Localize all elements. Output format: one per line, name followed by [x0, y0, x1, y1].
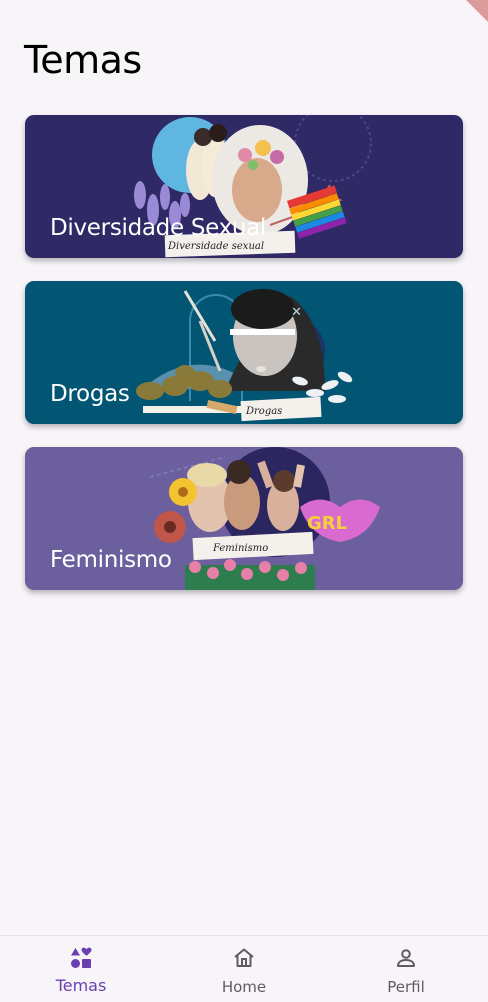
topic-card-drogas[interactable]: Drogas ✕ Drogas: [25, 281, 463, 424]
nav-item-temas[interactable]: Temas: [21, 936, 141, 1002]
svg-text:✕: ✕: [291, 305, 302, 320]
diversidade-caption: Diversidade sexual: [167, 241, 264, 252]
home-icon: [234, 948, 254, 967]
topic-label: Feminismo: [50, 547, 172, 573]
bottom-navigation-bar: Temas Home Perfil: [0, 935, 488, 1002]
nav-label: Home: [221, 978, 267, 996]
page-title: Temas: [24, 38, 142, 82]
categories-icon: [71, 947, 92, 968]
nav-label: Temas: [55, 976, 107, 995]
nav-item-home[interactable]: Home: [184, 936, 304, 1002]
feminismo-caption: Feminismo: [212, 543, 268, 554]
nav-item-perfil[interactable]: Perfil: [346, 936, 466, 1002]
topic-card-feminismo[interactable]: GRL Feminismo Feminismo: [25, 447, 463, 590]
debug-banner: [466, 0, 488, 22]
person-icon: [397, 949, 415, 967]
topic-label: Diversidade Sexual: [50, 215, 267, 241]
topic-card-diversidade-sexual[interactable]: Diversidade sexual Diversidade Sexual: [25, 115, 463, 258]
drogas-caption: Drogas: [245, 406, 282, 417]
nav-label: Perfil: [387, 978, 425, 996]
svg-text:GRL: GRL: [307, 513, 347, 534]
topic-label: Drogas: [50, 381, 130, 407]
